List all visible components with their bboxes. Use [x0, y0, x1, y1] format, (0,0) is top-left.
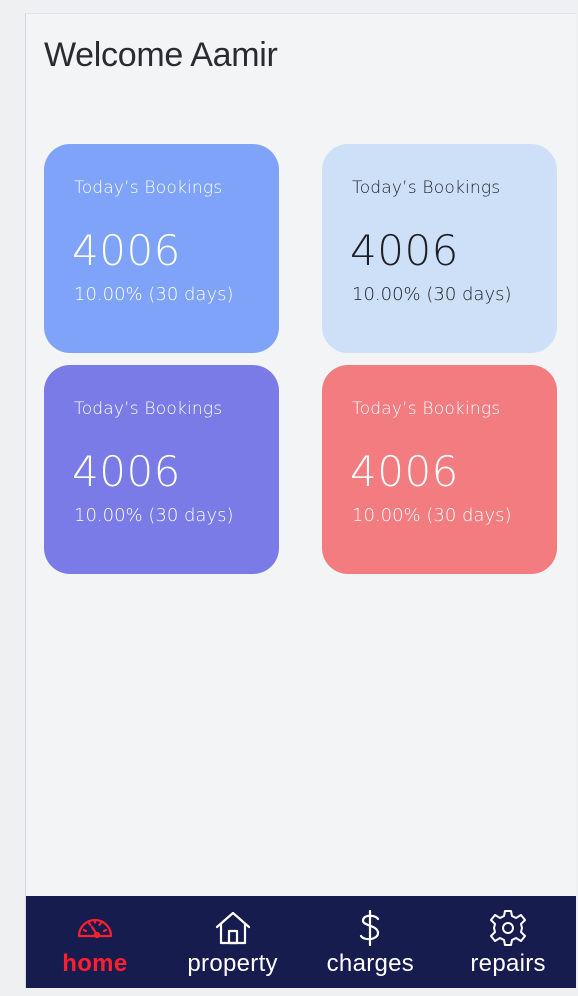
card-change: 10.00% (30 days) [352, 284, 512, 305]
card-change: 10.00% (30 days) [74, 284, 234, 305]
nav-item-property[interactable]: property [164, 896, 302, 988]
nav-item-repairs[interactable]: repairs [439, 896, 576, 988]
stat-card-bookings-1[interactable]: Today’s Bookings 4006 10.00% (30 days) [44, 144, 279, 353]
card-change: 10.00% (30 days) [352, 505, 512, 526]
stat-card-bookings-4[interactable]: Today’s Bookings 4006 10.00% (30 days) [322, 365, 557, 574]
house-icon [215, 911, 250, 945]
card-value: 4006 [350, 447, 459, 496]
card-title: Today’s Bookings [352, 178, 501, 198]
nav-label-charges: charges [326, 950, 415, 977]
nav-label-repairs: repairs [470, 950, 546, 977]
card-title: Today’s Bookings [74, 178, 223, 198]
card-change: 10.00% (30 days) [74, 505, 234, 526]
stat-card-bookings-2[interactable]: Today’s Bookings 4006 10.00% (30 days) [322, 144, 557, 353]
nav-item-home[interactable]: home [26, 896, 164, 988]
gauge-icon [77, 918, 112, 939]
card-title: Today’s Bookings [74, 399, 223, 419]
card-title: Today’s Bookings [352, 399, 501, 419]
nav-label-home: home [62, 950, 128, 977]
bottom-nav: home property charges repairs [26, 896, 576, 988]
welcome-heading: Welcome Aamir [44, 36, 278, 74]
card-value: 4006 [72, 226, 181, 275]
gear-icon [490, 910, 527, 946]
card-value: 4006 [72, 447, 181, 496]
nav-item-charges[interactable]: charges [302, 896, 440, 988]
dollar-icon [360, 909, 380, 947]
stat-card-bookings-3[interactable]: Today’s Bookings 4006 10.00% (30 days) [44, 365, 279, 574]
card-value: 4006 [350, 226, 459, 275]
app-screen: Welcome Aamir Today’s Bookings 4006 10.0… [25, 13, 576, 988]
nav-label-property: property [187, 950, 278, 977]
